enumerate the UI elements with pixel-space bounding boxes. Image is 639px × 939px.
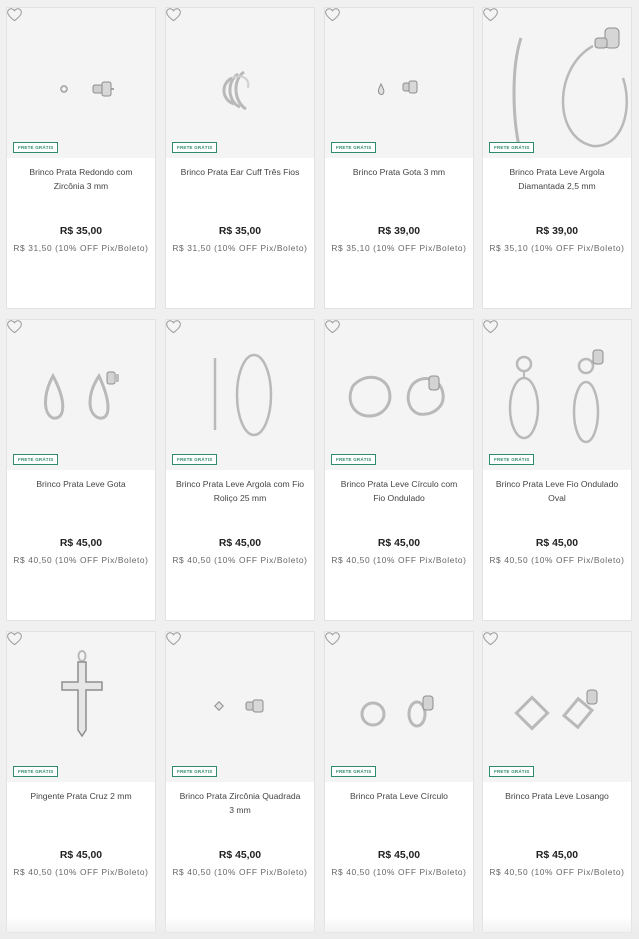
product-pix-price: R$ 31,50 (10% OFF Pix/Boleto) — [13, 243, 149, 253]
free-shipping-badge: FRETE GRÁTIS — [13, 454, 59, 465]
stud-drop-earring-icon — [377, 80, 418, 95]
product-name[interactable]: Brinco Prata Leve Gota — [17, 477, 145, 491]
free-shipping-badge: FRETE GRÁTIS — [13, 766, 59, 777]
product-price: R$ 45,00 — [218, 538, 262, 549]
free-shipping-badge: FRETE GRÁTIS — [172, 454, 218, 465]
product-image[interactable]: FRETE GRÁTIS — [7, 632, 155, 782]
cross-pendant-icon — [61, 650, 103, 738]
product-image[interactable]: FRETE GRÁTIS — [325, 8, 473, 158]
teardrop-earring-icon — [44, 371, 119, 420]
thin-hoop-earring-icon — [213, 353, 273, 437]
product-name[interactable]: Brinco Prata Ear Cuff Três Fios — [176, 165, 304, 179]
free-shipping-badge: FRETE GRÁTIS — [489, 142, 535, 153]
product-pix-price: R$ 35,10 (10% OFF Pix/Boleto) — [331, 243, 467, 253]
product-name[interactable]: Brinco Prata Leve Círculo com Fio Ondula… — [335, 477, 463, 505]
product-name[interactable]: Brinco Prata Redondo com Zircônia 3 mm — [17, 165, 145, 193]
hoop-earring-icon — [512, 27, 628, 148]
product-price: R$ 39,00 — [535, 226, 579, 237]
heart-icon[interactable] — [166, 8, 181, 22]
product-price: R$ 35,00 — [218, 226, 262, 237]
product-name[interactable]: Brinco Prata Leve Losango — [493, 789, 621, 803]
free-shipping-badge: FRETE GRÁTIS — [489, 454, 535, 465]
diamond-shape-earring-icon — [514, 689, 598, 731]
product-card[interactable]: FRETE GRÁTIS Brinco Prata Redondo com Zi… — [6, 7, 156, 309]
product-image[interactable]: FRETE GRÁTIS — [166, 632, 314, 782]
product-name[interactable]: Brinco Prata Zircônia Quadrada 3 mm — [176, 789, 304, 817]
product-card[interactable]: FRETE GRÁTIS Brinco Prata Zircônia Quadr… — [165, 631, 315, 933]
oval-drop-earring-icon — [508, 349, 604, 444]
product-pix-price: R$ 40,50 (10% OFF Pix/Boleto) — [489, 555, 625, 565]
product-image[interactable]: FRETE GRÁTIS — [483, 320, 631, 470]
circle-earring-icon — [360, 695, 434, 728]
product-name[interactable]: Brinco Prata Gota 3 mm — [335, 165, 463, 179]
product-price: R$ 39,00 — [377, 226, 421, 237]
product-image[interactable]: FRETE GRÁTIS — [166, 320, 314, 470]
product-name[interactable]: Brinco Prata Leve Argola com Fio Roliço … — [176, 477, 304, 505]
product-image[interactable]: FRETE GRÁTIS — [166, 8, 314, 158]
product-pix-price: R$ 31,50 (10% OFF Pix/Boleto) — [172, 243, 308, 253]
product-pix-price: R$ 40,50 (10% OFF Pix/Boleto) — [13, 555, 149, 565]
free-shipping-badge: FRETE GRÁTIS — [13, 142, 59, 153]
product-image[interactable]: FRETE GRÁTIS — [325, 632, 473, 782]
product-pix-price: R$ 40,50 (10% OFF Pix/Boleto) — [489, 867, 625, 877]
free-shipping-badge: FRETE GRÁTIS — [331, 766, 377, 777]
stud-square-earring-icon — [214, 699, 264, 713]
free-shipping-badge: FRETE GRÁTIS — [172, 142, 218, 153]
product-pix-price: R$ 40,50 (10% OFF Pix/Boleto) — [172, 555, 308, 565]
heart-icon[interactable] — [166, 632, 181, 646]
heart-icon[interactable] — [483, 320, 498, 334]
heart-icon[interactable] — [483, 8, 498, 22]
product-price: R$ 45,00 — [59, 538, 103, 549]
product-card[interactable]: FRETE GRÁTIS Brinco Prata Leve Argola co… — [165, 319, 315, 621]
product-name[interactable]: Pingente Prata Cruz 2 mm — [17, 789, 145, 803]
free-shipping-badge: FRETE GRÁTIS — [489, 766, 535, 777]
product-price: R$ 45,00 — [377, 538, 421, 549]
heart-icon[interactable] — [325, 320, 340, 334]
product-image[interactable]: FRETE GRÁTIS — [7, 320, 155, 470]
heart-icon[interactable] — [166, 320, 181, 334]
product-price: R$ 45,00 — [218, 850, 262, 861]
product-grid: FRETE GRÁTIS Brinco Prata Redondo com Zi… — [0, 0, 639, 939]
product-name[interactable]: Brinco Prata Leve Fio Ondulado Oval — [493, 477, 621, 505]
product-pix-price: R$ 40,50 (10% OFF Pix/Boleto) — [331, 555, 467, 565]
product-image[interactable]: FRETE GRÁTIS — [325, 320, 473, 470]
product-image[interactable]: FRETE GRÁTIS — [7, 8, 155, 158]
product-card[interactable]: FRETE GRÁTIS Brinco Prata Leve Círculo R… — [324, 631, 474, 933]
product-pix-price: R$ 40,50 (10% OFF Pix/Boleto) — [172, 867, 308, 877]
heart-icon[interactable] — [483, 632, 498, 646]
product-image[interactable]: FRETE GRÁTIS — [483, 632, 631, 782]
product-name[interactable]: Brinco Prata Leve Círculo — [335, 789, 463, 803]
product-card[interactable]: FRETE GRÁTIS Brinco Prata Leve Losango R… — [482, 631, 632, 933]
product-card[interactable]: FRETE GRÁTIS Brinco Prata Leve Argola Di… — [482, 7, 632, 309]
product-name[interactable]: Brinco Prata Leve Argola Diamantada 2,5 … — [493, 165, 621, 193]
product-pix-price: R$ 40,50 (10% OFF Pix/Boleto) — [331, 867, 467, 877]
heart-icon[interactable] — [325, 8, 340, 22]
product-price: R$ 45,00 — [59, 850, 103, 861]
product-card[interactable]: FRETE GRÁTIS Brinco Prata Leve Círculo c… — [324, 319, 474, 621]
product-price: R$ 45,00 — [377, 850, 421, 861]
free-shipping-badge: FRETE GRÁTIS — [172, 766, 218, 777]
product-card[interactable]: FRETE GRÁTIS Brinco Prata Leve Fio Ondul… — [482, 319, 632, 621]
product-pix-price: R$ 35,10 (10% OFF Pix/Boleto) — [489, 243, 625, 253]
product-card[interactable]: FRETE GRÁTIS Brinco Prata Gota 3 mm R$ 3… — [324, 7, 474, 309]
product-image[interactable]: FRETE GRÁTIS — [483, 8, 631, 158]
heart-icon[interactable] — [325, 632, 340, 646]
ear-cuff-icon — [222, 70, 250, 111]
heart-icon[interactable] — [7, 8, 22, 22]
product-price: R$ 45,00 — [535, 850, 579, 861]
free-shipping-badge: FRETE GRÁTIS — [331, 454, 377, 465]
free-shipping-badge: FRETE GRÁTIS — [331, 142, 377, 153]
product-card[interactable]: FRETE GRÁTIS Brinco Prata Leve Gota R$ 4… — [6, 319, 156, 621]
heart-icon[interactable] — [7, 632, 22, 646]
stud-round-earring-icon — [60, 81, 114, 97]
product-price: R$ 35,00 — [59, 226, 103, 237]
product-card[interactable]: FRETE GRÁTIS Pingente Prata Cruz 2 mm R$… — [6, 631, 156, 933]
heart-icon[interactable] — [7, 320, 22, 334]
product-price: R$ 45,00 — [535, 538, 579, 549]
wavy-circle-earring-icon — [348, 375, 445, 418]
product-pix-price: R$ 40,50 (10% OFF Pix/Boleto) — [13, 867, 149, 877]
product-card[interactable]: FRETE GRÁTIS Brinco Prata Ear Cuff Três … — [165, 7, 315, 309]
